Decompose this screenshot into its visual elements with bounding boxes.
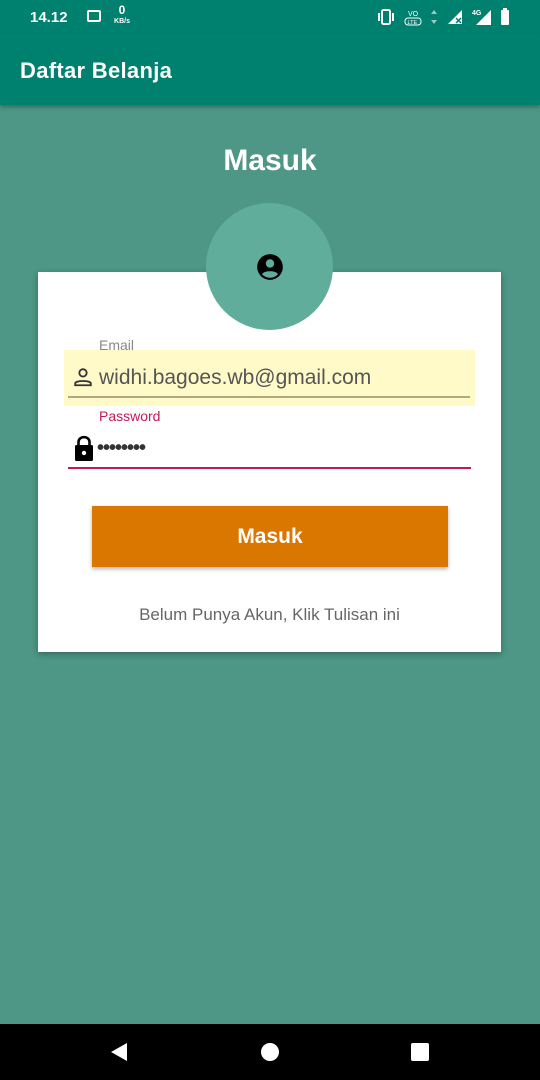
svg-text:LTE: LTE bbox=[408, 20, 418, 26]
image-icon bbox=[87, 10, 101, 22]
password-label: Password bbox=[99, 408, 161, 424]
email-value: widhi.bagoes.wb@gmail.com bbox=[99, 366, 372, 389]
network-speed: 0 KB/s bbox=[112, 3, 132, 26]
app-bar: Daftar Belanja bbox=[0, 34, 540, 105]
app-title: Daftar Belanja bbox=[20, 58, 173, 83]
signal-icon bbox=[448, 10, 462, 24]
home-icon[interactable] bbox=[260, 1042, 280, 1062]
email-field[interactable]: widhi.bagoes.wb@gmail.com bbox=[64, 350, 475, 406]
status-icons: VO LTE 4G bbox=[376, 7, 510, 27]
status-time: 14.12 bbox=[30, 9, 68, 26]
data-arrows-icon bbox=[431, 10, 437, 24]
battery-icon bbox=[501, 8, 509, 25]
vibrate-icon bbox=[378, 9, 394, 25]
network-speed-unit: KB/s bbox=[114, 18, 130, 25]
email-underline bbox=[68, 396, 470, 398]
account-circle-icon bbox=[256, 253, 283, 280]
navigation-bar bbox=[0, 1024, 540, 1080]
network-type: 4G bbox=[472, 10, 482, 17]
login-button[interactable]: Masuk bbox=[92, 506, 448, 567]
lock-icon bbox=[75, 435, 93, 461]
page-title: Masuk bbox=[223, 144, 317, 177]
svg-text:VO: VO bbox=[408, 11, 419, 18]
network-speed-value: 0 bbox=[118, 3, 126, 17]
volte-icon: VO LTE bbox=[404, 11, 422, 26]
register-link[interactable]: Belum Punya Akun, Klik Tulisan ini bbox=[38, 605, 501, 625]
status-bar: 14.12 0 KB/s VO LTE 4G bbox=[0, 0, 540, 34]
recents-icon[interactable] bbox=[410, 1042, 430, 1062]
avatar bbox=[206, 203, 333, 330]
password-underline bbox=[68, 467, 471, 469]
4g-signal-icon: 4G bbox=[472, 10, 491, 25]
person-icon bbox=[74, 368, 92, 387]
password-field[interactable]: •••••••• bbox=[97, 437, 146, 460]
back-icon[interactable] bbox=[109, 1042, 129, 1062]
